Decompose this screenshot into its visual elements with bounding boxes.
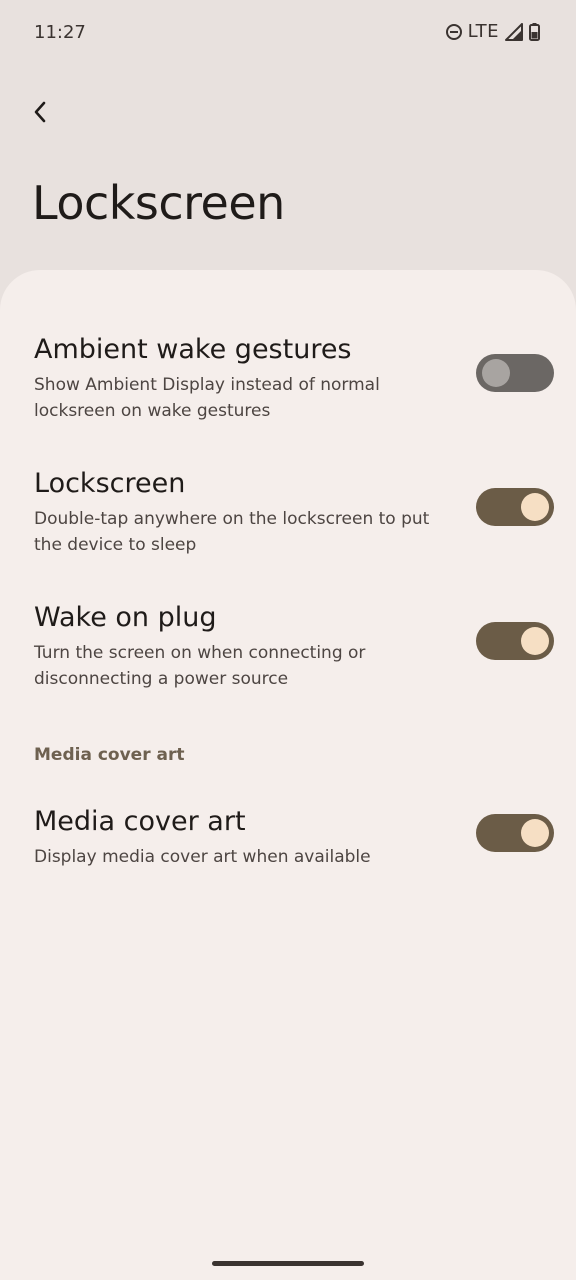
setting-ambient-wake-gestures[interactable]: Ambient wake gestures Show Ambient Displ…: [0, 334, 576, 424]
setting-summary: Turn the screen on when connecting or di…: [34, 643, 366, 689]
toggle-thumb: [482, 359, 510, 387]
setting-title: Ambient wake gestures: [34, 334, 352, 365]
back-button[interactable]: [20, 92, 60, 132]
section-header-media-cover-art: Media cover art: [34, 745, 185, 765]
setting-title: Wake on plug: [34, 602, 217, 633]
toggle-thumb: [521, 819, 549, 847]
toggle-thumb: [521, 493, 549, 521]
battery-icon: [529, 22, 540, 41]
settings-list: Ambient wake gestures Show Ambient Displ…: [0, 270, 576, 1280]
setting-summary: Show Ambient Display instead of normal l…: [34, 375, 380, 421]
chevron-left-icon: [34, 101, 46, 123]
page-title: Lockscreen: [32, 176, 285, 230]
setting-title: Lockscreen: [34, 468, 186, 499]
setting-summary: Double-tap anywhere on the lockscreen to…: [34, 509, 430, 555]
setting-wake-on-plug[interactable]: Wake on plug Turn the screen on when con…: [0, 602, 576, 692]
lockscreen-toggle[interactable]: [476, 488, 554, 526]
ambient-wake-gestures-toggle[interactable]: [476, 354, 554, 392]
network-type-label: LTE: [467, 21, 499, 42]
signal-icon: [505, 22, 523, 41]
setting-media-cover-art[interactable]: Media cover art Display media cover art …: [0, 806, 576, 870]
toggle-thumb: [521, 627, 549, 655]
setting-title: Media cover art: [34, 806, 246, 837]
wake-on-plug-toggle[interactable]: [476, 622, 554, 660]
navigation-handle[interactable]: [212, 1261, 364, 1266]
status-time: 11:27: [34, 22, 86, 43]
media-cover-art-toggle[interactable]: [476, 814, 554, 852]
setting-summary: Display media cover art when available: [34, 847, 371, 867]
do-not-disturb-icon: [445, 23, 462, 40]
setting-lockscreen[interactable]: Lockscreen Double-tap anywhere on the lo…: [0, 468, 576, 558]
status-icons: LTE: [445, 21, 540, 42]
status-bar: 11:27 LTE: [0, 0, 576, 68]
